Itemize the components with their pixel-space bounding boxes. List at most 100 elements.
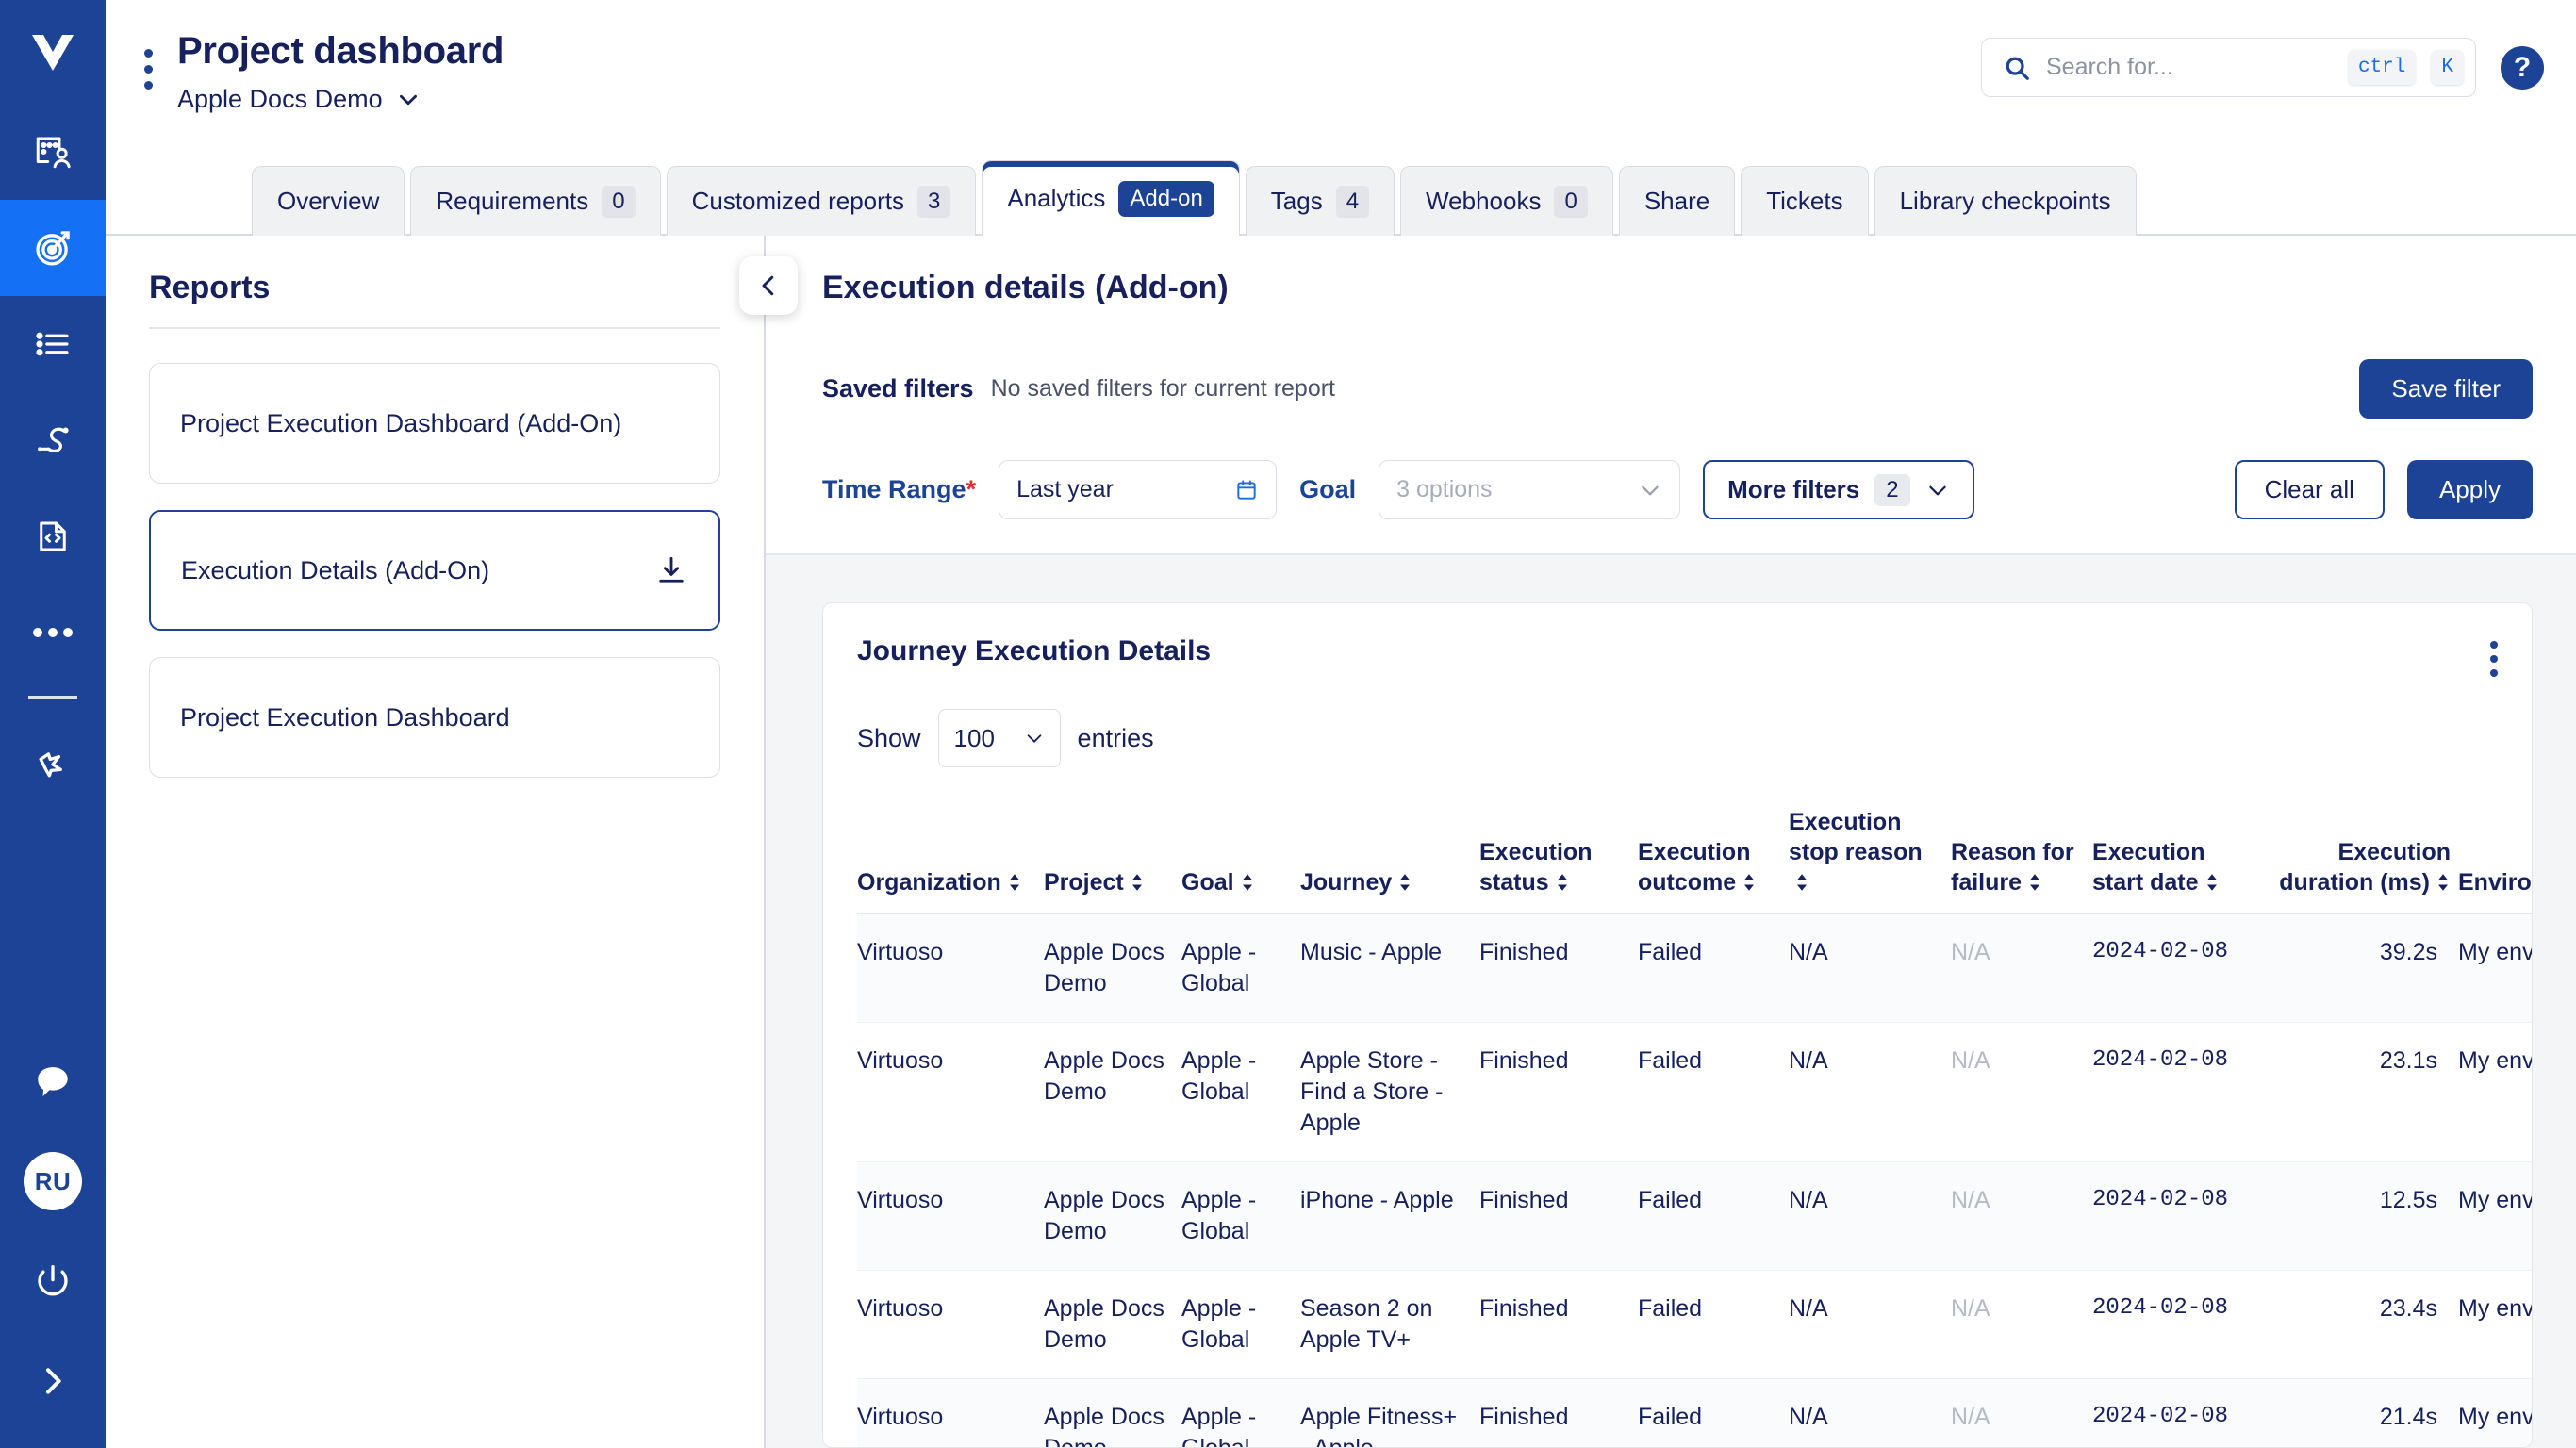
tab-label: Requirements: [436, 187, 588, 216]
sidebar-item-chat[interactable]: [0, 1031, 106, 1131]
tab-library-checkpoints[interactable]: Library checkpoints: [1874, 166, 2137, 236]
chevron-down-icon: [1925, 478, 1950, 502]
col-execution-outcome[interactable]: Execution outcome: [1638, 807, 1789, 913]
avatar-initials: RU: [24, 1152, 82, 1210]
table-row[interactable]: Virtuoso Apple Docs Demo Apple - Global …: [857, 1379, 2532, 1448]
save-filter-button[interactable]: Save filter: [2359, 359, 2533, 419]
card-header: Journey Execution Details: [823, 635, 2532, 677]
tab-count: 3: [917, 186, 950, 218]
rail-divider: [28, 696, 77, 699]
time-range-field[interactable]: Last year: [999, 460, 1277, 519]
table-scroll-wrapper[interactable]: Organization Project Goal Journey Execut…: [823, 807, 2532, 1448]
cell-execution-duration: 39.2s: [2273, 913, 2458, 1023]
sidebar-item-list[interactable]: [0, 296, 106, 392]
sort-icon: [1794, 873, 1809, 892]
help-icon[interactable]: ?: [2501, 46, 2544, 90]
flow-path-icon: [33, 420, 73, 460]
virtuoso-logo[interactable]: [0, 0, 106, 104]
sidebar-item-paths[interactable]: [0, 392, 106, 488]
cell-project: Apple Docs Demo: [1044, 1023, 1181, 1162]
cell-goal: Apple - Global: [1181, 913, 1300, 1023]
cell-journey: Apple Fitness+ - Apple: [1300, 1379, 1479, 1448]
cell-reason-for-failure: N/A: [1951, 1023, 2092, 1162]
col-reason-for-failure[interactable]: Reason for failure: [1951, 807, 2092, 913]
col-execution-duration[interactable]: Execution duration (ms): [2273, 807, 2458, 913]
tab-label: Share: [1644, 187, 1709, 216]
cell-organization: Virtuoso: [857, 1271, 1044, 1379]
cell-execution-duration: 23.4s: [2273, 1271, 2458, 1379]
col-execution-start-date[interactable]: Execution start date: [2092, 807, 2273, 913]
col-project[interactable]: Project: [1044, 807, 1181, 913]
clear-all-button[interactable]: Clear all: [2235, 460, 2385, 519]
tab-analytics[interactable]: Analytics Add-on: [982, 160, 1239, 236]
show-entries-row: Show 100 entries: [823, 677, 2532, 767]
col-organization[interactable]: Organization: [857, 807, 1044, 913]
search-box[interactable]: ctrl K: [1981, 38, 2476, 97]
search-input[interactable]: [2046, 54, 2333, 81]
col-execution-stop-reason[interactable]: Execution stop reason: [1789, 807, 1951, 913]
cell-journey: iPhone - Apple: [1300, 1162, 1479, 1271]
cell-execution-start-date: 2024-02-08: [2092, 1162, 2273, 1271]
tab-tickets[interactable]: Tickets: [1741, 166, 1868, 236]
collapse-reports-panel-button[interactable]: [739, 256, 798, 315]
sidebar-item-organization[interactable]: [0, 104, 106, 200]
goal-placeholder: 3 options: [1396, 476, 1492, 503]
project-switcher[interactable]: Apple Docs Demo: [177, 85, 504, 114]
col-execution-status[interactable]: Execution status: [1479, 807, 1638, 913]
avatar[interactable]: RU: [0, 1131, 106, 1231]
sidebar-item-code[interactable]: [0, 488, 106, 584]
more-options-icon[interactable]: [132, 36, 164, 102]
required-asterisk: *: [966, 475, 977, 503]
apply-button[interactable]: Apply: [2407, 460, 2533, 519]
cell-goal: Apple - Global: [1181, 1271, 1300, 1379]
goal-select[interactable]: 3 options: [1379, 460, 1680, 519]
cell-execution-status: Finished: [1479, 1162, 1638, 1271]
col-goal[interactable]: Goal: [1181, 807, 1300, 913]
tab-bar: Overview Requirements0 Customized report…: [106, 151, 2576, 236]
cell-execution-duration: 21.4s: [2273, 1379, 2458, 1448]
tab-customized-reports[interactable]: Customized reports3: [667, 166, 977, 236]
report-item-project-execution-dashboard[interactable]: Project Execution Dashboard: [149, 657, 720, 778]
top-bar-actions: ctrl K ?: [1981, 19, 2544, 97]
tab-webhooks[interactable]: Webhooks0: [1400, 166, 1613, 236]
report-scroll-area[interactable]: Journey Execution Details Show 100 entri…: [766, 555, 2576, 1448]
tab-overview[interactable]: Overview: [252, 166, 405, 236]
sidebar-item-logout[interactable]: [0, 1231, 106, 1331]
entries-value: 100: [954, 724, 995, 753]
app-content: Project dashboard Apple Docs Demo ctrl K…: [106, 0, 2576, 1448]
tab-label: Analytics: [1007, 184, 1105, 213]
report-item-execution-details-addon[interactable]: Execution Details (Add-On): [149, 510, 720, 631]
sort-icon: [1240, 873, 1255, 892]
download-icon[interactable]: [654, 553, 688, 587]
goal-label: Goal: [1299, 475, 1356, 504]
tab-tags[interactable]: Tags4: [1246, 166, 1395, 236]
saved-filters-label: Saved filters: [822, 374, 974, 403]
tab-share[interactable]: Share: [1619, 166, 1735, 236]
sidebar-item-more[interactable]: [0, 584, 106, 681]
sidebar-item-goals[interactable]: [0, 200, 106, 296]
time-range-value: Last year: [1016, 476, 1114, 503]
table-row[interactable]: Virtuoso Apple Docs Demo Apple - Global …: [857, 1023, 2532, 1162]
tab-label: Tickets: [1766, 187, 1842, 216]
col-journey[interactable]: Journey: [1300, 807, 1479, 913]
sidebar-expand-button[interactable]: [0, 1331, 106, 1431]
more-filters-button[interactable]: More filters 2: [1703, 460, 1974, 519]
entries-per-page-select[interactable]: 100: [938, 709, 1061, 767]
table-row[interactable]: Virtuoso Apple Docs Demo Apple - Global …: [857, 1162, 2532, 1271]
addon-badge: Add-on: [1118, 181, 1214, 217]
sidebar-item-pinned[interactable]: [0, 716, 106, 812]
cell-execution-stop-reason: N/A: [1789, 1023, 1951, 1162]
table-row[interactable]: Virtuoso Apple Docs Demo Apple - Global …: [857, 1271, 2532, 1379]
cell-execution-start-date: 2024-02-08: [2092, 1023, 2273, 1162]
journey-execution-details-table: Organization Project Goal Journey Execut…: [857, 807, 2532, 1448]
tab-requirements[interactable]: Requirements0: [410, 166, 660, 236]
col-environment[interactable]: Environment: [2458, 807, 2532, 913]
cell-execution-outcome: Failed: [1638, 1379, 1789, 1448]
sort-icon: [1742, 873, 1757, 892]
more-options-icon[interactable]: [2490, 635, 2498, 677]
report-item-project-execution-dashboard-addon[interactable]: Project Execution Dashboard (Add-On): [149, 363, 720, 484]
cell-organization: Virtuoso: [857, 1379, 1044, 1448]
tab-label: Webhooks: [1426, 187, 1541, 216]
cell-project: Apple Docs Demo: [1044, 1271, 1181, 1379]
table-row[interactable]: Virtuoso Apple Docs Demo Apple - Global …: [857, 913, 2532, 1023]
